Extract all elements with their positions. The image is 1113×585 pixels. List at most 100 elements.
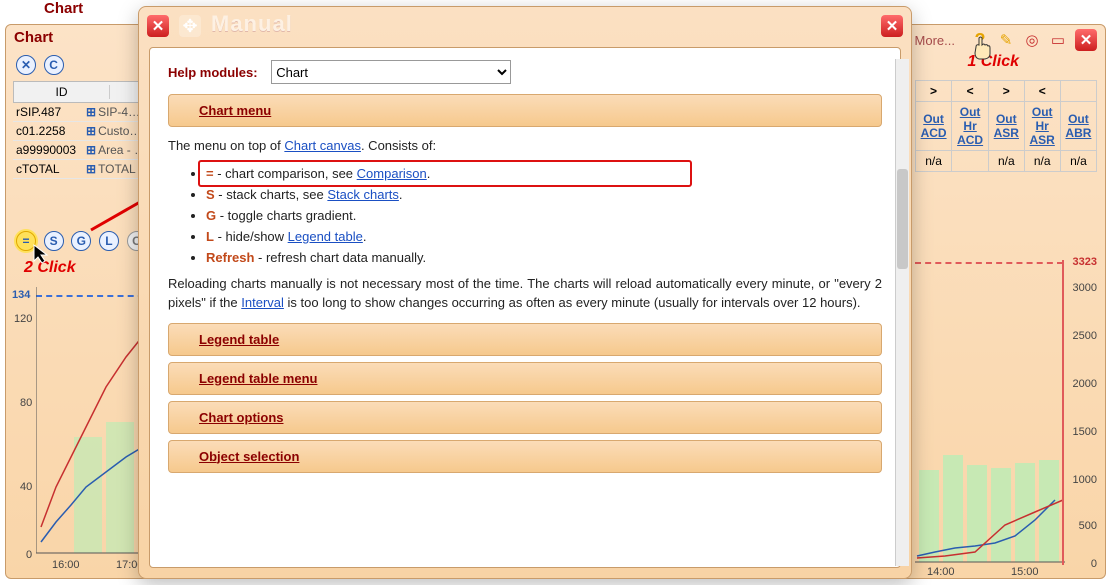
link-interval[interactable]: Interval: [241, 295, 284, 310]
y-tick: 134: [12, 289, 30, 301]
close-icon[interactable]: ✕: [881, 15, 903, 37]
sort-arrow[interactable]: <: [1024, 81, 1060, 102]
text: .: [399, 187, 403, 202]
cell: n/a: [1060, 151, 1096, 172]
key: L: [206, 229, 214, 244]
key: Refresh: [206, 250, 254, 265]
help-modules-label: Help modules:: [168, 65, 258, 80]
sort-arrow[interactable]: <: [952, 81, 989, 102]
list-item: L - hide/show Legend table.: [206, 229, 882, 244]
link-stack-charts[interactable]: Stack charts: [327, 187, 399, 202]
window-icon[interactable]: ▭: [1049, 31, 1067, 49]
x-tick: 16:00: [52, 559, 80, 571]
link-comparison[interactable]: Comparison: [357, 166, 427, 181]
gradient-button[interactable]: G: [71, 231, 91, 251]
link-chart-canvas[interactable]: Chart canvas: [284, 138, 361, 153]
section-legend-table[interactable]: Legend table: [168, 323, 882, 356]
stack-button[interactable]: S: [44, 231, 64, 251]
target-icon[interactable]: ◎: [1023, 31, 1041, 49]
close-icon[interactable]: ✕: [1075, 29, 1097, 51]
key: S: [206, 187, 215, 202]
expand-icon[interactable]: ⊞: [86, 143, 96, 157]
sort-arrow[interactable]: >: [916, 81, 952, 102]
col-out-asr[interactable]: Out ASR: [994, 112, 1019, 140]
dialog-title: Manual: [211, 11, 293, 37]
section-link[interactable]: Chart options: [199, 410, 284, 425]
cell-text: TOTAL: [98, 162, 136, 176]
section-link[interactable]: Object selection: [199, 449, 299, 464]
manual-body: Help modules: Chart Chart menu The menu …: [149, 47, 901, 568]
page-title: Chart: [44, 0, 83, 17]
section-legend-table-menu[interactable]: Legend table menu: [168, 362, 882, 395]
left-top-buttons: ✕ C: [16, 55, 68, 75]
col-out-abr[interactable]: Out ABR: [1065, 112, 1091, 140]
cell-text: SIP-4…: [98, 105, 140, 119]
col-id: ID: [14, 85, 109, 99]
y-tick: 0: [26, 549, 32, 561]
col-out-hr-acd[interactable]: Out Hr ACD: [957, 105, 983, 147]
section-chart-menu[interactable]: Chart menu: [168, 94, 882, 127]
compare-button[interactable]: =: [16, 231, 36, 251]
cell: rSIP.487: [13, 103, 83, 121]
annotation-click-1: 1 Click: [967, 53, 1019, 71]
col-out-hr-asr[interactable]: Out Hr ASR: [1030, 105, 1055, 147]
key: G: [206, 208, 216, 223]
col-out-acd[interactable]: Out ACD: [921, 112, 947, 140]
c-button[interactable]: C: [44, 55, 64, 75]
more-link[interactable]: More...: [907, 31, 963, 50]
y-tick: 1000: [1073, 474, 1097, 486]
move-icon[interactable]: ✥: [179, 15, 201, 37]
close-icon[interactable]: ✕: [16, 55, 36, 75]
section-link[interactable]: Legend table menu: [199, 371, 317, 386]
x-tick: 14:00: [927, 566, 955, 578]
cell: a99990003: [13, 141, 83, 159]
help-icon[interactable]: ?: [971, 31, 989, 49]
table-row: n/a n/a n/a n/a: [916, 151, 1097, 172]
cell: cTOTAL: [13, 160, 83, 178]
help-modules-select[interactable]: Chart: [271, 60, 511, 84]
chart-svg: [915, 260, 1065, 570]
expand-icon[interactable]: ⊞: [86, 105, 96, 119]
text: .: [363, 229, 367, 244]
table-row: > < > <: [916, 81, 1097, 102]
cell: n/a: [916, 151, 952, 172]
y-tick: 0: [1091, 558, 1097, 570]
text: The menu on top of: [168, 138, 284, 153]
list-item: G - toggle charts gradient.: [206, 208, 882, 223]
link-legend-table[interactable]: Legend table: [288, 229, 363, 244]
scrollbar-thumb[interactable]: [897, 169, 908, 269]
expand-icon[interactable]: ⊞: [86, 124, 96, 138]
help-module-row: Help modules: Chart: [168, 60, 882, 84]
manual-dialog: ✕ ✥ Manual ✕ Help modules: Chart Chart m…: [138, 6, 912, 579]
y-tick: 3000: [1073, 282, 1097, 294]
y-tick: 2000: [1073, 378, 1097, 390]
panel-title: Chart: [14, 29, 53, 46]
stats-table: > < > < Out ACD Out Hr ACD Out ASR Out H…: [915, 80, 1097, 172]
section-object-selection[interactable]: Object selection: [168, 440, 882, 473]
y-tick: 500: [1079, 520, 1097, 532]
close-icon[interactable]: ✕: [147, 15, 169, 37]
scrollbar[interactable]: [895, 59, 909, 566]
legend-button[interactable]: L: [99, 231, 119, 251]
y-tick: 3323: [1073, 256, 1097, 268]
y-tick: 40: [20, 481, 32, 493]
expand-icon[interactable]: ⊞: [86, 162, 96, 176]
text: - chart comparison, see: [214, 166, 357, 181]
cell: n/a: [1024, 151, 1060, 172]
text: is too long to show changes occurring as…: [284, 295, 861, 310]
list-item: Refresh - refresh chart data manually.: [206, 250, 882, 265]
table-row: Out ACD Out Hr ACD Out ASR Out Hr ASR Ou…: [916, 102, 1097, 151]
annotation-click-2: 2 Click: [24, 259, 76, 277]
chart-canvas-right[interactable]: 3323 3000 2500 2000 1500 1000 500 0 14:0…: [915, 260, 1097, 570]
cell: c01.2258: [13, 122, 83, 140]
y-tick: 120: [14, 313, 32, 325]
section-link[interactable]: Legend table: [199, 332, 279, 347]
edit-icon[interactable]: ✎: [997, 31, 1015, 49]
section-link[interactable]: Chart menu: [199, 103, 271, 118]
sort-arrow[interactable]: >: [989, 81, 1024, 102]
key: =: [206, 166, 214, 181]
text: - toggle charts gradient.: [216, 208, 356, 223]
section-chart-options[interactable]: Chart options: [168, 401, 882, 434]
chart-menu: = S G L C: [16, 231, 151, 251]
y-tick: 2500: [1073, 330, 1097, 342]
